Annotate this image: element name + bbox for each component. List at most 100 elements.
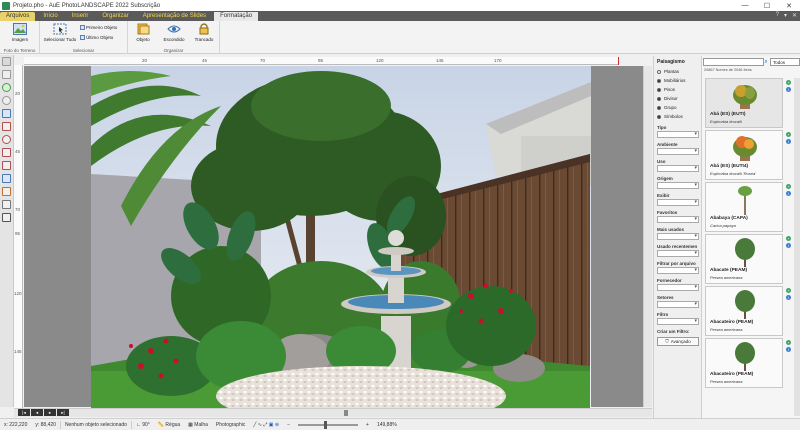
zoom-out-icon[interactable] <box>2 96 11 105</box>
zoom-in-button[interactable]: + <box>362 422 373 428</box>
pan-tool-icon[interactable] <box>2 70 11 79</box>
library-item[interactable]: Ababaya (CAPA) Carica papaya <box>705 182 783 232</box>
info-icon[interactable]: i <box>786 139 791 144</box>
filter-fornecedor-select[interactable] <box>657 284 699 291</box>
frame-tool-icon[interactable] <box>2 213 11 222</box>
library-item[interactable]: Abacateiro (PEAM) Persea americana <box>705 286 783 336</box>
minimize-button[interactable]: — <box>734 2 756 10</box>
horizontal-scrollbar[interactable] <box>14 408 652 417</box>
add-item-icon[interactable]: + <box>786 236 791 241</box>
add-item-icon[interactable]: + <box>786 288 791 293</box>
info-icon[interactable]: i <box>786 87 791 92</box>
library-item[interactable]: Abacate (PEAM) Persea americana <box>705 234 783 284</box>
filter-option-simbolos[interactable]: Símbolos <box>657 112 698 121</box>
tab-formatacao[interactable]: Formatação <box>214 12 259 21</box>
filter-origem-select[interactable] <box>657 182 699 189</box>
filter-mais-usados-select[interactable] <box>657 233 699 240</box>
pointer-tool-icon[interactable] <box>2 57 11 66</box>
filter-option-mobiliarios[interactable]: Mobiliários <box>657 76 698 85</box>
zoom-out-button[interactable]: − <box>283 422 294 428</box>
prev-page-button[interactable]: ◂ <box>31 409 43 416</box>
ribbon-controls: ? ▾ ✕ <box>771 12 800 21</box>
select-all-button[interactable]: Selecionar Tudo <box>42 23 78 42</box>
library-item[interactable]: Abá (ES) (EUTI) Euphorbia tirucalli <box>705 78 783 128</box>
curve-tool-icon[interactable] <box>2 161 11 170</box>
zoom-in-icon[interactable] <box>2 83 11 92</box>
filter-filtro-select[interactable] <box>657 318 699 325</box>
tab-apresentacao[interactable]: Apresentação de Slides <box>137 12 212 21</box>
vertical-scrollbar[interactable] <box>643 66 652 407</box>
filter-uso-select[interactable] <box>657 165 699 172</box>
ribbon-collapse-icon[interactable]: ▾ <box>784 12 787 19</box>
render-mode[interactable]: Photographic <box>212 422 249 428</box>
last-object-button[interactable]: Último Objeto <box>80 35 113 40</box>
filter-option-divisor[interactable]: Divisor <box>657 94 698 103</box>
library-item[interactable]: Abacateiro (PEAM) Persea americana <box>705 338 783 388</box>
filter-exibir-select[interactable] <box>657 199 699 206</box>
last-page-button[interactable]: ▸| <box>57 409 69 416</box>
filter-option-pisos[interactable]: Pisos <box>657 85 698 94</box>
tab-organizar[interactable]: Organizar <box>96 12 134 21</box>
polygon-tool-icon[interactable] <box>2 148 11 157</box>
filter-option-grupo[interactable]: Grupo <box>657 103 698 112</box>
ellipse-tool-icon[interactable] <box>2 135 11 144</box>
search-icon[interactable]: ⌕ <box>762 58 770 66</box>
add-item-icon[interactable]: + <box>786 184 791 189</box>
zoom-icon[interactable]: ⊕ <box>275 422 279 428</box>
angle-control[interactable]: ∟ 90° <box>132 422 154 428</box>
measure-tool-icon[interactable] <box>2 174 11 183</box>
info-icon[interactable]: i <box>786 295 791 300</box>
filter-favoritos-select[interactable] <box>657 216 699 223</box>
selection-status: Nenhum objeto selecionado <box>64 421 127 428</box>
tab-inserir[interactable]: Inserir <box>66 12 95 21</box>
hidden-button[interactable]: Escondido <box>160 23 188 42</box>
filter-setores-select[interactable] <box>657 301 699 308</box>
add-item-icon[interactable]: + <box>786 340 791 345</box>
info-icon[interactable]: i <box>786 191 791 196</box>
object-button[interactable]: Objeto <box>130 23 156 42</box>
move-tool-icon[interactable] <box>2 200 11 209</box>
plant-thumbnail <box>733 136 757 161</box>
ruler-toggle[interactable]: 📏 Régua <box>154 422 184 428</box>
library-item[interactable]: Abá (ES) (EUTI4) Euphorbia tirucalli 'Ro… <box>705 130 783 180</box>
filter-tipo-select[interactable] <box>657 131 699 138</box>
page-navigation: |◂ ◂ ▸ ▸| <box>18 409 70 416</box>
help-icon[interactable]: ? <box>776 12 779 19</box>
first-page-button[interactable]: |◂ <box>18 409 30 416</box>
pencil-tool-icon[interactable] <box>2 187 11 196</box>
ribbon-close-icon[interactable]: ✕ <box>792 12 797 19</box>
image-button[interactable]: Imagem <box>5 23 35 42</box>
library-scrollbar[interactable] <box>794 78 800 416</box>
add-item-icon[interactable]: + <box>786 80 791 85</box>
next-page-button[interactable]: ▸ <box>44 409 56 416</box>
advanced-filter-button[interactable]: ⛉ Avançado <box>657 337 699 346</box>
filter-ambiente-select[interactable] <box>657 148 699 155</box>
rectangle-tool-icon[interactable] <box>2 122 11 131</box>
scroll-thumb[interactable] <box>344 410 348 416</box>
add-item-icon[interactable]: + <box>786 132 791 137</box>
grid-toggle[interactable]: ▦ Malha <box>184 422 212 428</box>
info-icon[interactable]: i <box>786 243 791 248</box>
tab-inicio[interactable]: Início <box>37 12 63 21</box>
filter-arquivo-select[interactable] <box>657 267 699 274</box>
info-icon[interactable]: i <box>786 347 791 352</box>
library-panel: ⌕ Todos 20867 Nomes de 2046 Itens Abá (E… <box>701 56 800 418</box>
library-scope-select[interactable]: Todos <box>770 58 800 66</box>
tool-palette <box>0 55 14 407</box>
library-search-input[interactable] <box>703 58 764 66</box>
filter-recentes-select[interactable] <box>657 250 699 257</box>
filter-option-plantas[interactable]: Plantas <box>657 67 698 76</box>
zoom-slider[interactable] <box>298 420 359 429</box>
garden-photo[interactable] <box>91 66 591 411</box>
ribbon: Imagem Foto do Terreno Selecionar Tudo P… <box>0 21 800 54</box>
image-tool-icon[interactable] <box>2 109 11 118</box>
library-count: 20867 Nomes de 2046 Itens <box>704 68 752 72</box>
maximize-button[interactable]: ☐ <box>756 2 778 10</box>
filter-icon: ⛉ <box>665 339 669 344</box>
first-object-button[interactable]: Primeiro Objeto <box>80 25 117 30</box>
locked-button[interactable]: Trancado <box>190 23 218 42</box>
title-bar: Projeto.pho - AuE PhotoLANDSCAPE 2022 Su… <box>0 0 800 11</box>
tab-arquivos[interactable]: Arquivos <box>0 12 36 21</box>
close-button[interactable]: ✕ <box>778 2 800 10</box>
group-organize: Objeto Escondido Trancado Organizar <box>128 21 220 54</box>
